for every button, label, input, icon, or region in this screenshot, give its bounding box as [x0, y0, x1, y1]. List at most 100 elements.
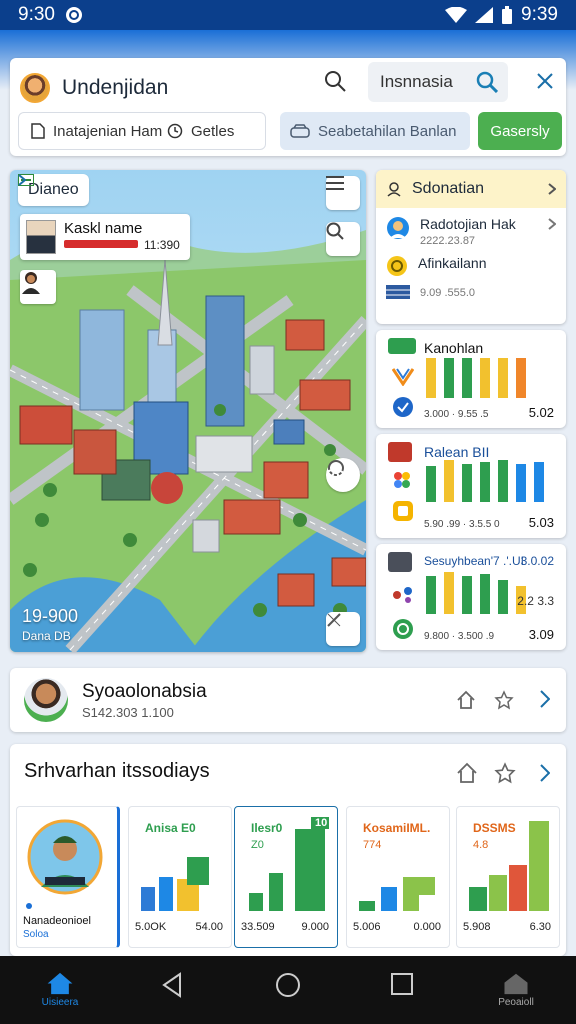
card-foot-left: 5.0OK	[135, 921, 167, 933]
house-icon	[504, 973, 528, 995]
map-search-button[interactable]	[326, 222, 360, 256]
filter-left[interactable]: Inatajenian Ham	[19, 123, 167, 140]
row3-sub: 9.09 .555.0	[420, 287, 476, 299]
person-name: Kaskl name	[64, 220, 143, 237]
coord-main: 19-900	[22, 606, 79, 626]
filter-right[interactable]: Getles	[167, 123, 234, 140]
header-card: Undenjidan Inatajenian Ham Getles Seabet…	[10, 58, 566, 156]
panel-stats-2[interactable]: Ralean BII 5.90 .99 · 3.5.5 0 5.03	[376, 434, 566, 538]
sync-icon	[65, 7, 82, 23]
list-item: 9.09 .555.0	[376, 277, 566, 299]
search-field[interactable]	[368, 62, 508, 102]
chevron-right-icon[interactable]	[540, 764, 550, 782]
car-icon	[290, 124, 310, 138]
clock-icon	[167, 123, 183, 139]
map-menu-button[interactable]	[326, 176, 360, 210]
nav-back-button[interactable]	[152, 972, 192, 1008]
home-outline-icon[interactable]	[456, 762, 478, 784]
nav-home[interactable]: Uisieera	[40, 972, 80, 1008]
profile-illustration	[26, 819, 103, 909]
device-icon	[388, 442, 412, 462]
nav-profile[interactable]: Peoaioll	[496, 972, 536, 1008]
highlight-card[interactable]: Ilesr0 Z0 10 33.509 9.000	[234, 806, 338, 948]
city-map[interactable]: Dianeo Kaskl name 11:390 19-900 Dana DB	[10, 170, 366, 652]
star-outline-icon[interactable]	[494, 762, 516, 784]
list-item[interactable]: Radotojian Hak 2222.23.87	[376, 208, 566, 247]
panel-title: Ralean BII	[424, 444, 490, 460]
system-nav-bar: Uisieera Peoaioll	[0, 956, 576, 1024]
person-value: 11:390	[144, 238, 180, 252]
person-progress-bar	[64, 240, 138, 248]
search-icon[interactable]	[324, 70, 346, 92]
user-avatar-icon	[387, 217, 409, 239]
shield-icon	[387, 256, 407, 276]
badge-icon	[388, 338, 416, 354]
card-badge: 10	[315, 817, 328, 829]
collapse-icon	[327, 613, 341, 627]
target-icon	[393, 397, 413, 417]
close-icon[interactable]	[536, 72, 554, 90]
chevron-right-icon[interactable]	[540, 690, 550, 708]
panel-title: Kanohlan	[424, 340, 484, 356]
grid-icon	[386, 285, 410, 299]
avatar[interactable]	[20, 73, 50, 103]
user-icon	[22, 272, 40, 294]
search-icon	[326, 222, 344, 240]
google-icon	[394, 472, 410, 488]
profile-row[interactable]: Syoaolonabsia S142.303 1.100	[10, 668, 566, 732]
signal-icon	[475, 7, 494, 23]
panel-side-text: 2.2 3.3	[517, 594, 554, 608]
panel-foot: 3.000 · 9.55 .5	[424, 409, 489, 420]
primary-action-button[interactable]: Gasersly	[478, 112, 562, 150]
map-layer-chip[interactable]: Dianeo	[18, 174, 89, 206]
bar-chart	[426, 460, 544, 502]
highlight-card-profile[interactable]: Nanadeonioel Soloa	[16, 806, 120, 948]
row2-title: Afinkailann	[418, 255, 487, 271]
search-submit-icon[interactable]	[476, 71, 498, 93]
panel-summary[interactable]: Sdonatian Radotojian Hak 2222.23.87 Afink…	[376, 170, 566, 324]
map-collapse-button[interactable]	[326, 612, 360, 646]
star-outline-icon[interactable]	[494, 690, 514, 710]
highlight-card[interactable]: DSSMS 4.8 5.908 6.30	[456, 806, 560, 948]
nav-home-button[interactable]	[268, 972, 308, 1008]
panel-title-right: 3.0.02	[520, 554, 554, 568]
filter-left-label: Inatajenian Ham	[53, 122, 163, 140]
chevron-right-icon	[548, 218, 556, 230]
home-outline-icon[interactable]	[456, 690, 476, 710]
person-thumb[interactable]	[20, 270, 56, 304]
app-title: Undenjidan	[62, 76, 169, 99]
panel-summary-header[interactable]: Sdonatian	[376, 170, 566, 208]
square-recents-icon	[391, 973, 413, 995]
section-title: Srhvarhan itssodiays	[24, 760, 210, 782]
chevron-right-icon	[18, 174, 26, 186]
battery-icon	[502, 6, 513, 24]
card-foot-left: 33.509	[241, 921, 275, 933]
status-bar: 9:30 9:39	[0, 0, 576, 30]
row1-sub: 2222.23.87	[420, 235, 476, 247]
panel-stats-1[interactable]: Kanohlan 3.000 · 9.55 .5 5.02	[376, 330, 566, 428]
row1-title: Radotojian Hak	[420, 216, 516, 232]
nav-recents-button[interactable]	[382, 972, 422, 1008]
profile-sub: S142.303 1.100	[82, 705, 174, 720]
card-foot-right: 6.30	[529, 921, 551, 933]
panel-foot-right: 5.03	[528, 515, 554, 530]
card-foot-left: 5.908	[463, 921, 491, 933]
panel-summary-title: Sdonatian	[412, 180, 485, 197]
filter-right-label: Getles	[191, 122, 235, 140]
map-locate-button[interactable]	[326, 458, 360, 492]
person-card[interactable]: Kaskl name 11:390	[20, 214, 190, 260]
network-icon	[393, 587, 412, 603]
list-item[interactable]: Afinkailann	[376, 247, 566, 277]
highlight-card[interactable]: KosamiIML. 774 5.006 0.000	[346, 806, 450, 948]
panel-stats-3[interactable]: Sesuyhbean'7 .'.UI 3.0.02 2.2 3.3 9.800 …	[376, 544, 566, 650]
location-label: Seabetahilan Banlan	[318, 122, 457, 140]
location-selector[interactable]: Seabetahilan Banlan	[280, 112, 470, 150]
panel-foot: 9.800 · 3.500 .9	[424, 631, 495, 642]
search-input[interactable]	[380, 72, 470, 92]
panel-foot-right: 5.02	[528, 405, 554, 420]
menu-icon	[326, 176, 344, 190]
wifi-icon	[445, 7, 468, 23]
highlight-card[interactable]: Anisa E0 5.0OK 54.00	[128, 806, 232, 948]
profile-avatar	[24, 678, 68, 722]
device-icon	[388, 552, 412, 572]
